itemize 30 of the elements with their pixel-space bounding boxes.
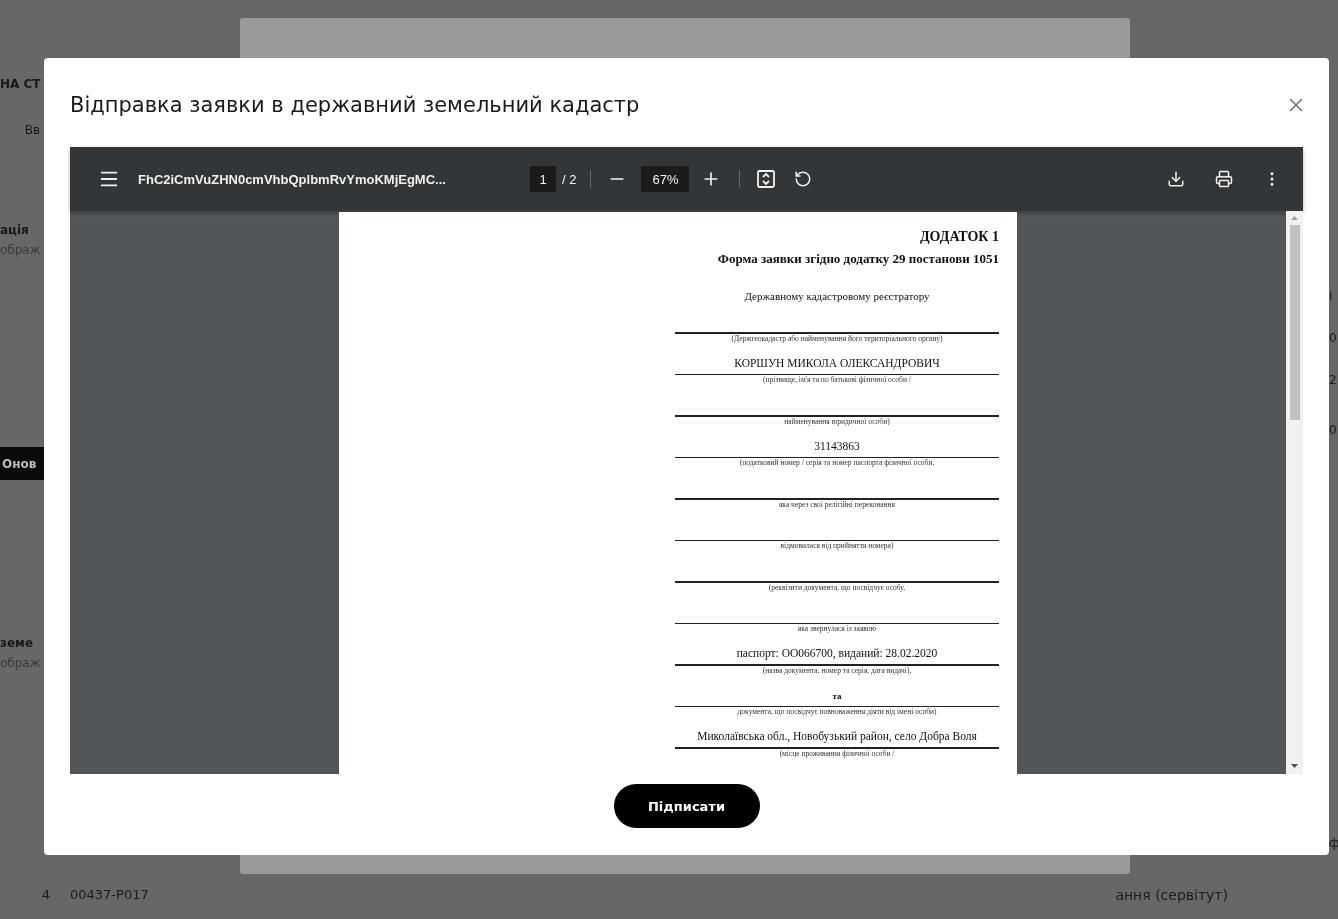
form-title: Форма заявки згідно додатку 29 постанови 1051 [717, 250, 999, 268]
addressee-text: Державному кадастровому реєстратору [743, 289, 931, 304]
section-heading: земе [0, 635, 34, 651]
scroll-thumb[interactable] [1289, 225, 1300, 420]
row-number: 4 [40, 887, 51, 902]
file-name: FhC2iCmVuZHN0cmVhbQplbmRvYmoKMjEgMC... [138, 171, 447, 187]
page-text: Вв [24, 122, 41, 138]
field-value: паспорт: ОО066700, виданий: 28.02.2020 [736, 647, 938, 659]
field-value: 31143863 [814, 439, 860, 452]
section-heading: НА СТ [0, 76, 41, 92]
section-heading: ація [0, 222, 29, 238]
table-cell: ф [1329, 835, 1338, 851]
page-number-field[interactable]: 1 [530, 166, 556, 192]
table-cell: 0 [1329, 330, 1337, 346]
table-cell: 2 [1329, 372, 1337, 388]
table-cell: і [1329, 288, 1333, 304]
scroll-down-icon[interactable] [1291, 764, 1298, 768]
field-value: та [832, 690, 842, 701]
table-cell: 00437-P017 [70, 887, 149, 902]
dialog-title: Відправка заявки в державний земельний кадастр [70, 92, 640, 117]
table-cell: ання (сервітут) [1115, 886, 1228, 903]
field-value: КОРШУН МИКОЛА ОЛЕКСАНДРОВИЧ [734, 356, 940, 369]
page-count: / 2 [562, 171, 577, 187]
sign-button[interactable]: Підписати [613, 784, 760, 828]
field-value: Миколаївська обл., Новобузький район, село Добра Воля [697, 730, 977, 742]
table-cell: 0 [1329, 422, 1337, 438]
scrollbar[interactable] [1286, 211, 1303, 774]
annex-heading: ДОДАТОК 1 [919, 228, 999, 246]
zoom-field[interactable]: 67% [641, 166, 690, 192]
page-button[interactable]: Онов [0, 447, 44, 480]
